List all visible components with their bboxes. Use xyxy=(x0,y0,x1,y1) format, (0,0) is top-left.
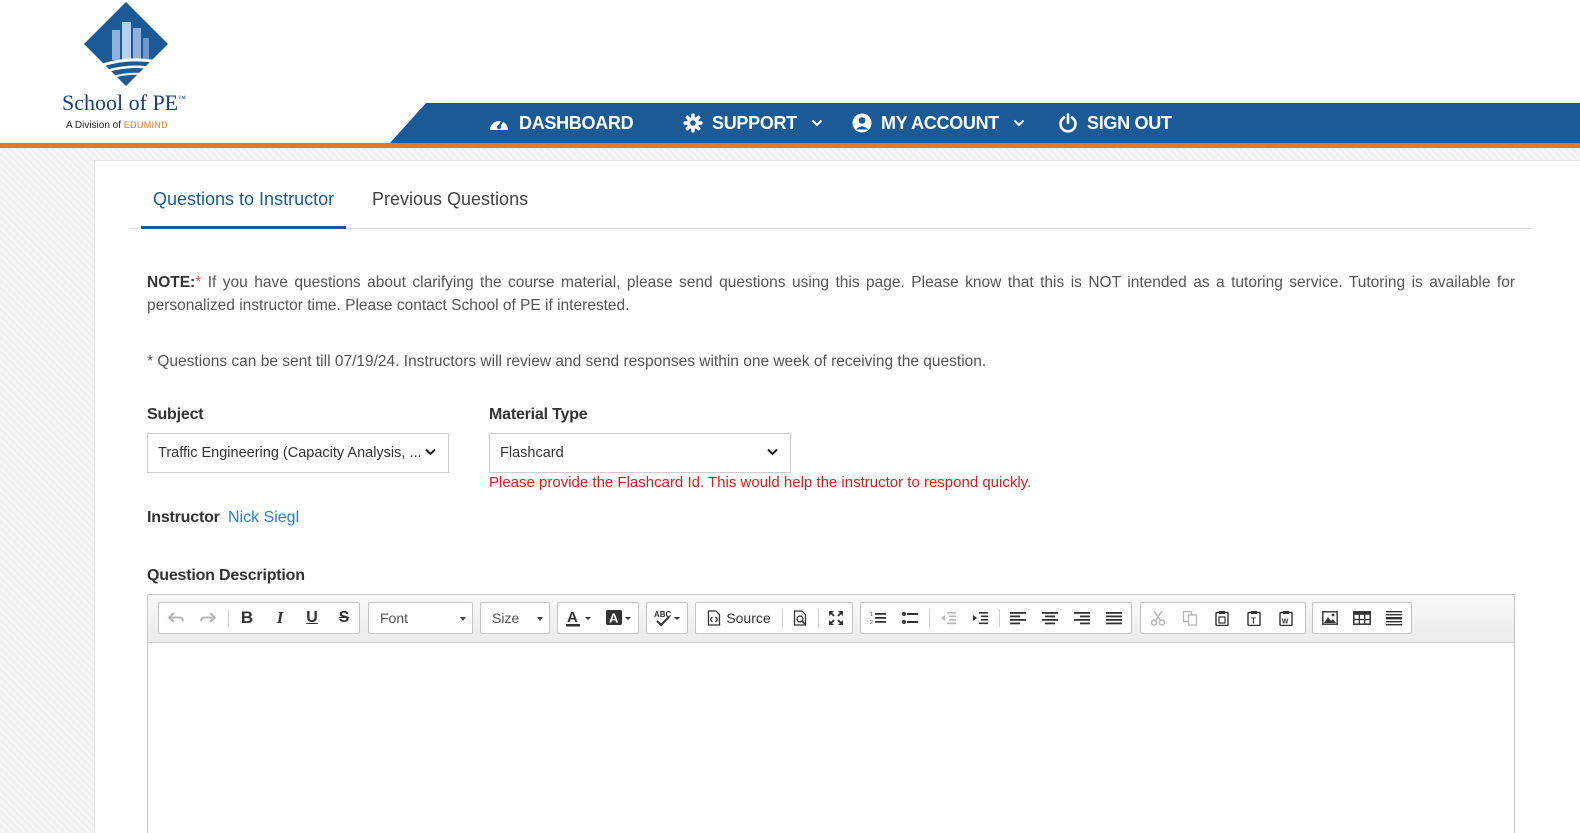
toolbar-group-insert xyxy=(1312,602,1412,634)
toolbar-group-paragraph: 12 xyxy=(860,602,1132,634)
chevron-down-icon xyxy=(1013,119,1025,127)
align-center-icon[interactable] xyxy=(1035,603,1065,633)
flashcard-warning: Please provide the Flashcard Id. This wo… xyxy=(489,474,1032,491)
font-family-combo[interactable]: Font xyxy=(368,602,473,634)
nav-dashboard[interactable]: DASHBOARD xyxy=(488,103,634,143)
instructor-name-link[interactable]: Nick Siegl xyxy=(228,509,299,527)
background-color-icon[interactable]: A xyxy=(600,603,638,633)
underline-icon[interactable]: U xyxy=(297,603,327,633)
toolbar-group-clipboard: T W xyxy=(1140,602,1306,634)
toolbar-group-spell: ABC xyxy=(646,602,688,634)
undo-icon[interactable] xyxy=(161,603,191,633)
paste-icon[interactable] xyxy=(1207,603,1237,633)
nav-sign-out-label: SIGN OUT xyxy=(1087,112,1172,133)
main-card: Questions to Instructor Previous Questio… xyxy=(94,160,1580,833)
toolbar-group-basic: B I U S xyxy=(158,602,360,634)
logo-division-text: A Division of EDUMIND xyxy=(66,120,168,131)
material-type-label: Material Type xyxy=(489,406,588,423)
numbered-list-icon[interactable]: 12 xyxy=(863,603,893,633)
svg-text:A: A xyxy=(567,609,578,626)
logo-building-icon xyxy=(84,2,168,86)
source-button[interactable]: Source xyxy=(700,603,778,633)
image-icon[interactable] xyxy=(1315,603,1345,633)
svg-text:A: A xyxy=(609,611,619,626)
svg-text:2: 2 xyxy=(870,620,873,625)
deadline-info: * Questions can be sent till 07/19/24. I… xyxy=(147,353,987,370)
font-size-combo[interactable]: Size xyxy=(480,602,550,634)
justify-icon[interactable] xyxy=(1099,603,1129,633)
question-description-label: Question Description xyxy=(147,567,305,584)
indent-icon[interactable] xyxy=(965,603,995,633)
tab-bar: Questions to Instructor Previous Questio… xyxy=(130,161,1532,229)
tab-previous-questions[interactable]: Previous Questions xyxy=(360,189,540,229)
nav-support-label: SUPPORT xyxy=(712,112,797,133)
svg-text:T: T xyxy=(1251,617,1256,626)
main-navbar: DASHBOARD SUPPORT MY ACCOUNT SIGN OUT xyxy=(390,103,1580,143)
toolbar-group-document: Source xyxy=(695,602,853,634)
dashboard-gauge-icon xyxy=(490,118,508,130)
material-type-select[interactable]: Flashcard xyxy=(489,433,791,473)
user-circle-icon xyxy=(852,113,872,133)
source-label: Source xyxy=(726,610,771,626)
chevron-down-icon xyxy=(811,119,823,127)
note-text: NOTE:* If you have questions about clari… xyxy=(147,274,1515,314)
toolbar-group-colors: A A xyxy=(557,602,639,634)
copy-icon[interactable] xyxy=(1175,603,1205,633)
subject-select-value: Traffic Engineering (Capacity Analysis, … xyxy=(158,445,422,461)
svg-text:1: 1 xyxy=(870,612,873,618)
subject-select[interactable]: Traffic Engineering (Capacity Analysis, … xyxy=(147,433,449,473)
table-icon[interactable] xyxy=(1347,603,1377,633)
cut-icon[interactable] xyxy=(1143,603,1173,633)
spellcheck-icon[interactable]: ABC xyxy=(649,603,687,633)
preview-icon[interactable] xyxy=(786,603,816,633)
editor-toolbar: B I U S Font Size A A ABC Source 1 2 T W xyxy=(148,595,1514,643)
strikethrough-icon[interactable]: S xyxy=(329,603,359,633)
header-accent-line xyxy=(0,143,1580,148)
material-type-value: Flashcard xyxy=(500,445,564,461)
italic-icon[interactable]: I xyxy=(265,603,295,633)
rich-text-editor: B I U S Font Size A A ABC Source 1 2 T W xyxy=(147,594,1515,833)
power-icon xyxy=(1059,113,1077,133)
size-combo-label: Size xyxy=(492,610,520,626)
align-right-icon[interactable] xyxy=(1067,603,1097,633)
nav-my-account-label: MY ACCOUNT xyxy=(881,112,999,133)
bold-icon[interactable]: B xyxy=(232,603,262,633)
site-header: School of PE™ A Division of EDUMIND DASH… xyxy=(0,0,1580,148)
font-combo-label: Font xyxy=(380,610,409,626)
source-icon xyxy=(708,610,721,626)
gear-icon xyxy=(683,113,703,133)
nav-dashboard-label: DASHBOARD xyxy=(519,112,634,133)
align-left-icon[interactable] xyxy=(1003,603,1033,633)
nav-sign-out[interactable]: SIGN OUT xyxy=(1058,103,1172,143)
horizontal-rule-icon[interactable] xyxy=(1379,603,1409,633)
nav-support[interactable]: SUPPORT xyxy=(683,103,823,143)
chevron-down-icon xyxy=(425,448,436,456)
chevron-down-icon xyxy=(767,448,778,456)
bulleted-list-icon[interactable] xyxy=(895,603,925,633)
redo-icon[interactable] xyxy=(193,603,223,633)
editor-content-area[interactable] xyxy=(148,643,1514,833)
nav-my-account[interactable]: MY ACCOUNT xyxy=(852,103,1025,143)
subject-label: Subject xyxy=(147,406,204,423)
maximize-icon[interactable] xyxy=(821,603,851,633)
school-of-pe-logo[interactable]: School of PE™ A Division of EDUMIND xyxy=(62,2,207,132)
paste-word-icon[interactable]: W xyxy=(1271,603,1301,633)
svg-text:W: W xyxy=(1282,619,1289,626)
text-color-icon[interactable]: A xyxy=(560,603,598,633)
logo-wordmark: School of PE™ xyxy=(62,90,186,115)
outdent-icon[interactable] xyxy=(933,603,963,633)
paste-text-icon[interactable]: T xyxy=(1239,603,1269,633)
instructor-label: Instructor xyxy=(147,509,220,526)
tab-questions-to-instructor[interactable]: Questions to Instructor xyxy=(141,189,347,229)
